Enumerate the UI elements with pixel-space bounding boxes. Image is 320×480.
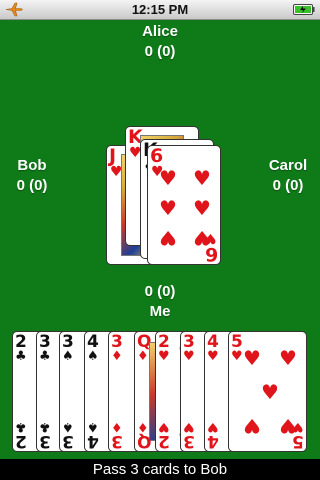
- player-score: 0 (0): [144, 43, 176, 60]
- card-suit: ♦: [111, 419, 123, 434]
- card-suit: ♥: [183, 419, 195, 434]
- player-me: 0 (0) Me: [120, 282, 200, 322]
- card-pip: ♥: [193, 166, 211, 190]
- card-rank: 2: [158, 431, 170, 451]
- card-pip: ♥: [243, 346, 261, 370]
- card-suit: ♥: [231, 349, 243, 364]
- card-rank: 3: [39, 431, 51, 451]
- card-rank: 3: [183, 431, 195, 451]
- hand-card[interactable]: 5 ♥ ♥ ♥ ♥ ♥ ♥ 5 ♥: [228, 331, 307, 452]
- status-bar: 12:15 PM: [0, 0, 320, 20]
- player-score: 0 (0): [272, 177, 304, 194]
- card-pip: ♥: [193, 196, 211, 220]
- card-suit: ♥: [207, 349, 219, 364]
- player-name: Carol: [268, 157, 308, 174]
- card-suit: ♥: [158, 349, 170, 364]
- player-name: Me: [149, 303, 171, 320]
- card-rank: 6: [204, 243, 218, 265]
- card-suit: ♥: [292, 419, 304, 434]
- card-suit: ♣: [15, 419, 27, 434]
- card-suit: ♦: [137, 419, 149, 434]
- card-rank: J: [109, 145, 117, 167]
- status-time: 12:15 PM: [131, 2, 189, 17]
- trick-card: 6 ♥ ♥ ♥ ♥ ♥ ♥ ♥ 6 ♥: [147, 145, 221, 265]
- card-pip: ♥: [279, 346, 297, 370]
- player-name: Alice: [142, 23, 178, 40]
- player-left: Bob 0 (0): [2, 156, 62, 196]
- card-suit: ♣: [39, 419, 51, 434]
- card-suit: ♠: [62, 349, 74, 364]
- card-pip: ♥: [261, 380, 279, 404]
- card-suit: ♠: [62, 419, 74, 434]
- card-rank: 3: [62, 431, 74, 451]
- card-rank: 5: [292, 431, 304, 451]
- player-score: 0 (0): [144, 283, 176, 300]
- card-suit: ♦: [137, 349, 149, 364]
- player-name: Bob: [17, 157, 47, 174]
- card-suit: ♠: [87, 349, 99, 364]
- card-rank: Q: [137, 431, 152, 451]
- card-suit: ♥: [207, 419, 219, 434]
- card-suit: ♣: [15, 349, 27, 364]
- battery-charging-icon: [293, 4, 315, 15]
- card-pip: ♥: [159, 196, 177, 220]
- card-pip: ♥: [159, 166, 177, 190]
- card-suit: ♠: [87, 419, 99, 434]
- player-top: Alice 0 (0): [110, 22, 210, 62]
- card-rank: 2: [15, 431, 27, 451]
- card-suit: ♥: [158, 419, 170, 434]
- card-suit: ♥: [204, 230, 217, 246]
- card-rank: 3: [111, 431, 123, 451]
- card-pip: ♥: [243, 414, 261, 438]
- card-rank: 6: [150, 145, 164, 167]
- card-suit: ♦: [111, 349, 123, 364]
- player-score: 0 (0): [16, 177, 48, 194]
- status-message: Pass 3 cards to Bob: [0, 459, 320, 480]
- card-suit: ♥: [183, 349, 195, 364]
- card-rank: 4: [207, 431, 219, 451]
- card-suit: ♣: [39, 349, 51, 364]
- card-rank: 4: [87, 431, 99, 451]
- card-pip: ♥: [159, 226, 177, 250]
- player-right: Carol 0 (0): [258, 156, 318, 196]
